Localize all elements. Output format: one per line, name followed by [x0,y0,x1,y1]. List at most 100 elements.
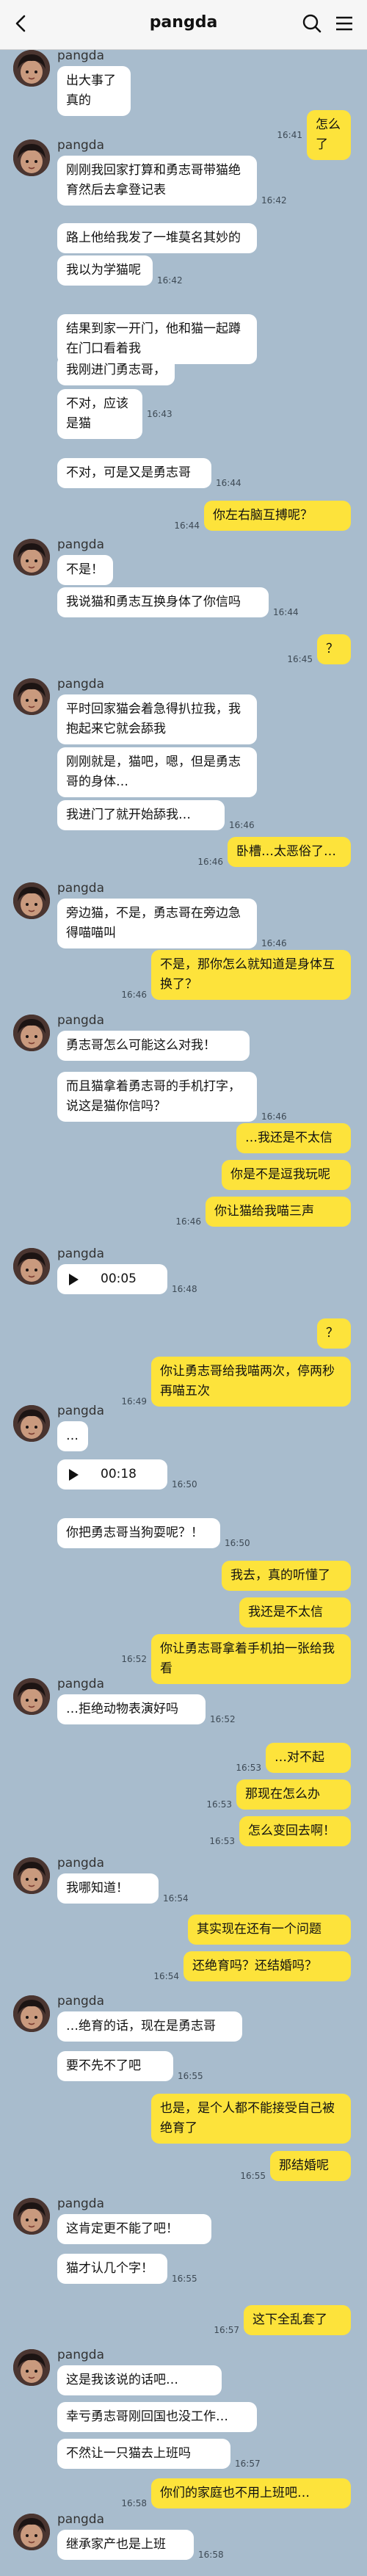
outgoing-message[interactable]: ？ [317,634,351,664]
message-timestamp: 16:46 [261,938,287,948]
contact-avatar[interactable] [13,2349,50,2386]
voice-duration: 00:05 [101,1271,137,1286]
outgoing-message[interactable]: 你是不是逗我玩呢 [222,1160,351,1190]
contact-avatar[interactable] [13,1995,50,2032]
incoming-message[interactable]: 勇志哥怎么可能这么对我！ [57,1031,250,1061]
sender-name: pangda [57,2512,104,2527]
outgoing-message[interactable]: 你让猫给我喵三声 [206,1197,351,1227]
message-timestamp: 16:53 [206,1799,232,1810]
sender-name: pangda [57,1247,104,1261]
contact-avatar[interactable] [13,539,50,576]
message-timestamp: 16:52 [121,1654,147,1664]
incoming-message[interactable]: …拒绝动物表演好吗 [57,1694,206,1724]
sender-name: pangda [57,2348,104,2362]
message-timestamp: 16:55 [172,2274,197,2284]
message-timestamp: 16:54 [153,1971,179,1981]
outgoing-message[interactable]: 怎么了 [307,110,351,160]
outgoing-message[interactable]: 怎么变回去啊！ [239,1816,351,1846]
incoming-message[interactable]: … [57,1421,88,1451]
sender-name: pangda [57,1013,104,1028]
message-timestamp: 16:54 [163,1893,189,1904]
outgoing-message[interactable]: 那结婚呢 [270,2151,351,2181]
outgoing-message[interactable]: 也是，是个人都不能接受自己被绝育了 [151,2094,351,2144]
contact-avatar[interactable] [13,1015,50,1051]
message-timestamp: 16:48 [172,1284,197,1294]
voice-message[interactable]: 00:18 [57,1459,167,1490]
outgoing-message[interactable]: 那现在怎么办 [236,1779,351,1810]
message-timestamp: 16:55 [178,2071,203,2081]
incoming-message[interactable]: 不对，可是又是勇志哥 [57,458,211,488]
sender-name: pangda [57,48,104,63]
outgoing-message[interactable]: 你们的家庭也不用上班吧… [151,2478,351,2508]
sender-name: pangda [57,1677,104,1691]
contact-avatar[interactable] [13,139,50,176]
incoming-message[interactable]: 路上他给我发了一堆莫名其妙的 [57,223,257,253]
outgoing-message[interactable]: ？ [317,1318,351,1349]
incoming-message[interactable]: 这是我该说的话吧… [57,2365,222,2395]
message-timestamp: 16:44 [273,607,299,617]
incoming-message[interactable]: 而且猫拿着勇志哥的手机打字，说这是猫你信吗？ [57,1072,257,1122]
message-timestamp: 16:44 [216,478,241,488]
search-icon[interactable] [299,10,324,37]
incoming-message[interactable]: 刚刚我回家打算和勇志哥带猫绝育然后去拿登记表 [57,156,257,206]
play-icon[interactable] [69,1273,79,1285]
message-timestamp: 16:42 [261,195,287,206]
outgoing-message[interactable]: …对不起 [266,1743,351,1773]
contact-avatar[interactable] [13,2514,50,2550]
contact-avatar[interactable] [13,1405,50,1442]
sender-name: pangda [57,138,104,153]
incoming-message[interactable]: 我以为学猫呢 [57,255,153,286]
sender-name: pangda [57,881,104,896]
outgoing-message[interactable]: 卧槽…太恶俗了… [228,837,351,867]
outgoing-message[interactable]: 你让勇志哥给我喵两次，停两秒再喵五次 [151,1357,351,1407]
play-icon[interactable] [69,1468,79,1481]
menu-icon[interactable] [332,10,357,37]
contact-avatar[interactable] [13,882,50,919]
incoming-message[interactable]: 幸亏勇志哥刚回国也没工作… [57,2402,257,2432]
message-timestamp: 16:46 [261,1111,287,1122]
outgoing-message[interactable]: 不是，那你怎么就知道是身体互换了？ [151,950,351,1000]
incoming-message[interactable]: 要不先不了吧 [57,2051,173,2081]
message-timestamp: 16:58 [198,2550,224,2560]
incoming-message[interactable]: 我进门了就开始舔我… [57,800,225,830]
outgoing-message[interactable]: 其实现在还有一个问题 [188,1915,351,1945]
outgoing-message[interactable]: 你让勇志哥拿着手机拍一张给我看 [151,1634,351,1684]
incoming-message[interactable]: 不然让一只猫去上班吗 [57,2439,230,2469]
incoming-message[interactable]: 刚刚就是，猫吧，嗯，但是勇志哥的身体… [57,747,257,797]
incoming-message[interactable]: 继承家产也是上班 [57,2530,194,2560]
incoming-message[interactable]: 我说猫和勇志互换身体了你信吗 [57,587,269,617]
incoming-message[interactable]: 猫才认几个字！ [57,2254,167,2284]
incoming-message[interactable]: 你把勇志哥当狗耍呢？！ [57,1518,220,1548]
outgoing-message[interactable]: 我去，真的听懂了 [222,1561,351,1591]
sender-name: pangda [57,1994,104,2009]
incoming-message[interactable]: 出大事了真的 [57,66,131,116]
incoming-message[interactable]: 我哪知道！ [57,1873,159,1904]
contact-avatar[interactable] [13,50,50,87]
outgoing-message[interactable]: 我还是不太信 [239,1597,351,1628]
contact-avatar[interactable] [13,1248,50,1285]
outgoing-message[interactable]: 你左右脑互搏呢？ [204,501,351,531]
outgoing-message[interactable]: 这下全乱套了 [244,2305,351,2335]
outgoing-message[interactable]: …我还是不太信 [236,1123,351,1153]
message-timestamp: 16:53 [236,1763,261,1773]
outgoing-message[interactable]: 还绝育吗？还结婚吗？ [184,1951,351,1981]
message-timestamp: 16:53 [209,1836,235,1846]
contact-avatar[interactable] [13,678,50,715]
message-timestamp: 16:55 [240,2171,266,2181]
contact-avatar[interactable] [13,1857,50,1894]
incoming-message[interactable]: 旁边猫，不是，勇志哥在旁边急得喵喵叫 [57,899,257,948]
message-timestamp: 16:58 [121,2498,147,2508]
message-timestamp: 16:41 [277,130,302,140]
incoming-message[interactable]: 这肯定更不能了吧！ [57,2214,211,2244]
message-timestamp: 16:50 [225,1538,250,1548]
incoming-message[interactable]: 不对，应该是猫 [57,389,142,439]
incoming-message[interactable]: 我刚进门勇志哥， [57,355,175,385]
contact-avatar[interactable] [13,2198,50,2235]
contact-avatar[interactable] [13,1678,50,1715]
incoming-message[interactable]: 不是！ [57,555,113,585]
incoming-message[interactable]: …绝育的话，现在是勇志哥 [57,2011,242,2042]
voice-duration: 00:18 [101,1467,137,1481]
voice-message[interactable]: 00:05 [57,1264,167,1294]
incoming-message[interactable]: 平时回家猫会着急得扒拉我，我抱起来它就会舔我 [57,694,257,744]
sender-name: pangda [57,677,104,692]
